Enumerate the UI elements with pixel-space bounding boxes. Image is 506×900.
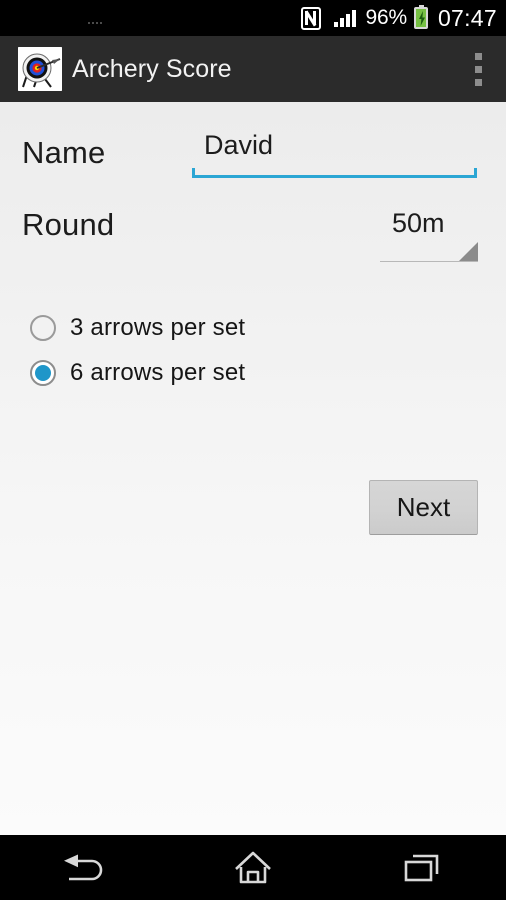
app-title: Archery Score [72,54,232,83]
status-bar: 96% 07:47 [0,0,506,36]
arrows-per-set-radio-group: 3 arrows per set 6 arrows per set [30,305,245,395]
spinner-triangle-icon [459,242,478,261]
action-bar: Archery Score [0,36,506,102]
nfc-icon [300,6,321,30]
radio-label: 3 arrows per set [70,313,246,341]
battery-percent-label: 96% [365,6,408,29]
radio-label: 6 arrows per set [70,358,246,386]
signal-bars-icon [333,9,358,27]
radio-option-3-arrows[interactable]: 3 arrows per set [30,305,245,350]
name-input-value: David [204,130,274,160]
content-area: Name David Round 50m 3 arrows per set 6 … [0,102,506,835]
home-icon [235,851,271,883]
notification-dots-icon [88,22,102,27]
battery-bolt-icon [418,11,425,26]
radio-circle-icon [30,314,56,341]
back-icon [64,854,103,880]
round-spinner[interactable]: 50m [380,202,478,262]
name-input-underline [192,168,477,178]
archery-target-icon [18,47,62,91]
back-button[interactable] [0,835,169,900]
battery-charging-icon [413,5,428,29]
nfc-icon-stroke [304,10,317,27]
overflow-menu-icon[interactable] [450,36,506,102]
name-label: Name [22,135,106,170]
round-spinner-underline [380,261,478,262]
navigation-bar [0,835,506,900]
recents-button[interactable] [337,835,506,900]
status-bar-clock: 07:47 [437,4,497,31]
radio-option-6-arrows[interactable]: 6 arrows per set [30,350,245,395]
radio-circle-selected-icon [30,359,56,386]
recents-icon [404,854,438,881]
phone-screen: 96% 07:47 Archery Score Name David Round… [0,0,506,900]
name-input[interactable]: David [192,126,477,178]
round-spinner-value: 50m [392,208,445,238]
home-button[interactable] [169,835,338,900]
next-button[interactable]: Next [369,480,478,535]
round-label: Round [22,207,115,242]
